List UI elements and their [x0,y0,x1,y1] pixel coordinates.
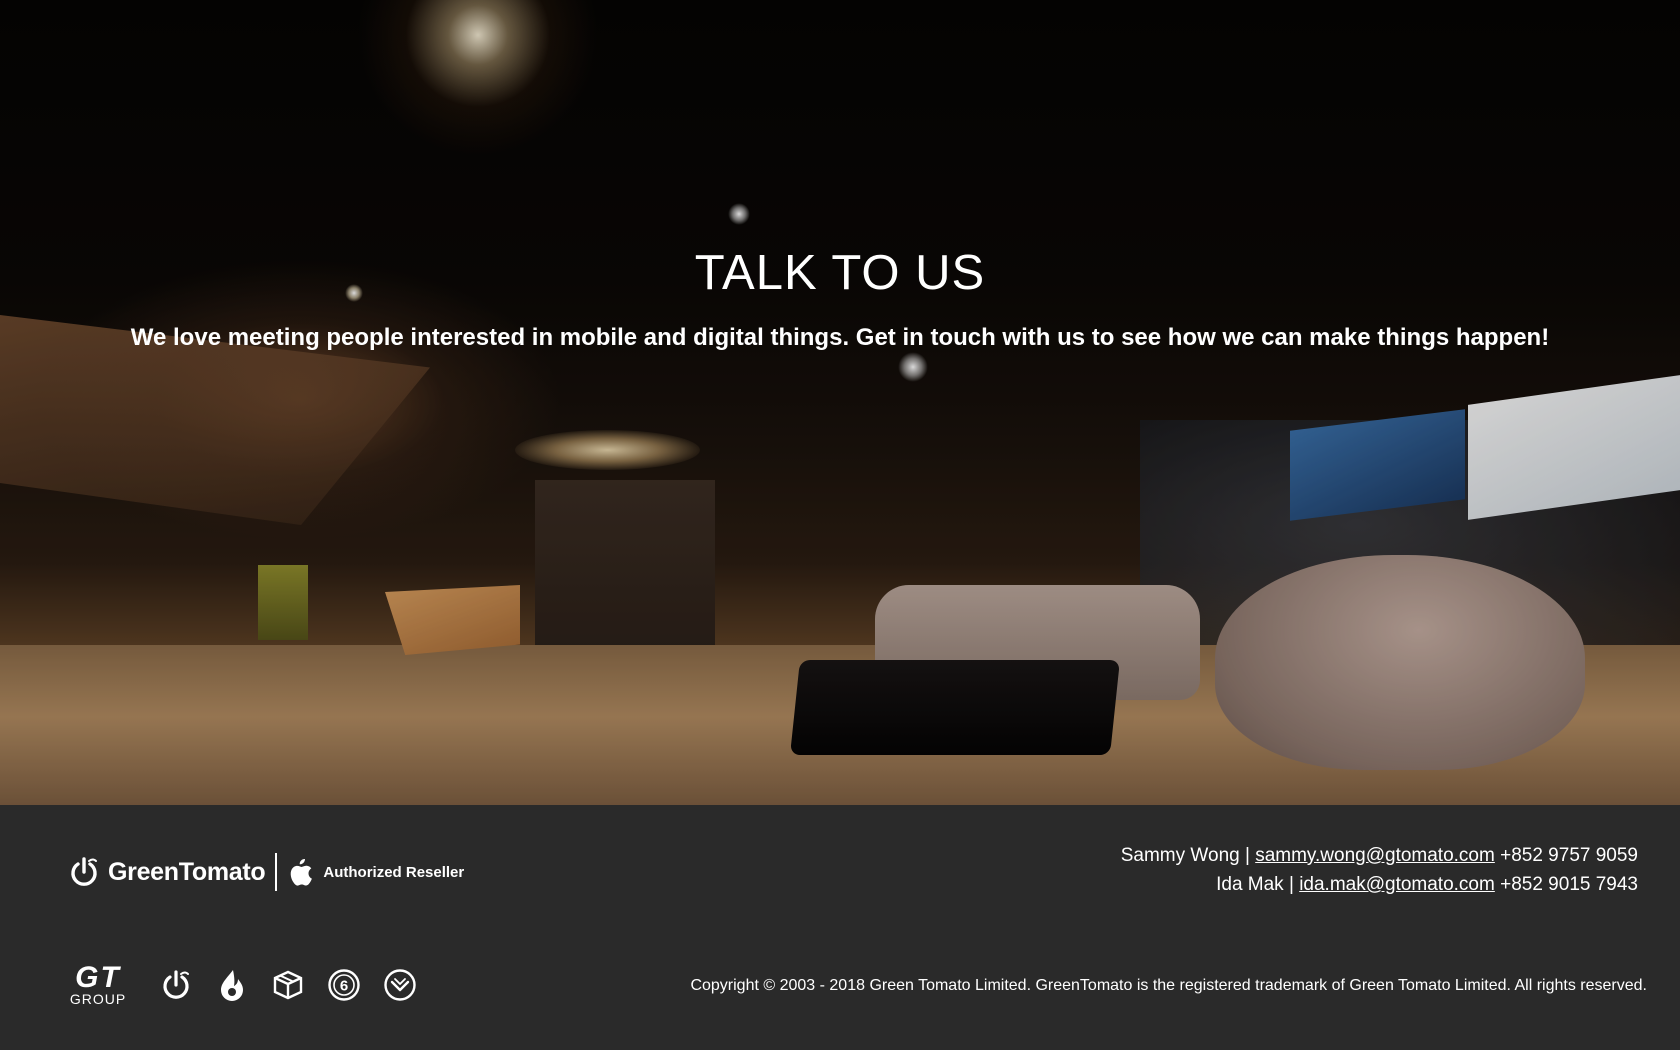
group-company-icons: 6 [158,967,418,1003]
number-six-circle-icon[interactable]: 6 [326,967,362,1003]
hero-section: TALK TO US We love meeting people intere… [0,0,1680,805]
contact-item: Ida Mak | ida.mak@gtomato.com +852 9015 … [1121,870,1638,899]
shield-check-circle-icon[interactable] [382,967,418,1003]
flame-drop-icon[interactable] [214,967,250,1003]
apple-icon [291,858,313,886]
contact-phone: +852 9015 7943 [1500,874,1638,895]
contact-name: Ida Mak [1216,874,1284,895]
contact-email-link[interactable]: sammy.wong@gtomato.com [1255,845,1495,866]
power-icon [71,857,97,886]
box-icon[interactable] [270,967,306,1003]
brand-divider [275,853,278,891]
hero-overlay [0,0,1680,805]
contact-separator: | [1244,845,1250,866]
hero-subtitle: We love meeting people interested in mob… [130,324,1550,351]
gt-group-word: GROUP [69,991,127,1007]
greentomato-power-icon[interactable] [158,967,194,1003]
contact-name: Sammy Wong [1120,845,1240,866]
contact-phone: +852 9757 9059 [1500,845,1638,866]
brand-name: GreenTomato [108,857,266,886]
footer: GreenTomato Authorized Reseller Sammy Wo… [0,805,1680,1050]
contact-list: Sammy Wong | sammy.wong@gtomato.com +852… [1121,841,1638,899]
copyright-text: Copyright © 2003 - 2018 Green Tomato Lim… [690,977,1647,994]
contact-email-link[interactable]: ida.mak@gtomato.com [1299,874,1495,895]
reseller-label: Authorized Reseller [323,863,465,881]
gt-group-logo[interactable]: GT GROUP [62,961,134,1008]
contact-separator: | [1288,874,1294,895]
contact-item: Sammy Wong | sammy.wong@gtomato.com +852… [1121,841,1638,870]
gt-group-letters: GT [75,961,121,994]
brand-logo[interactable]: GreenTomato Authorized Reseller [68,850,464,894]
svg-text:6: 6 [340,978,348,995]
page-title: TALK TO US [694,246,986,300]
